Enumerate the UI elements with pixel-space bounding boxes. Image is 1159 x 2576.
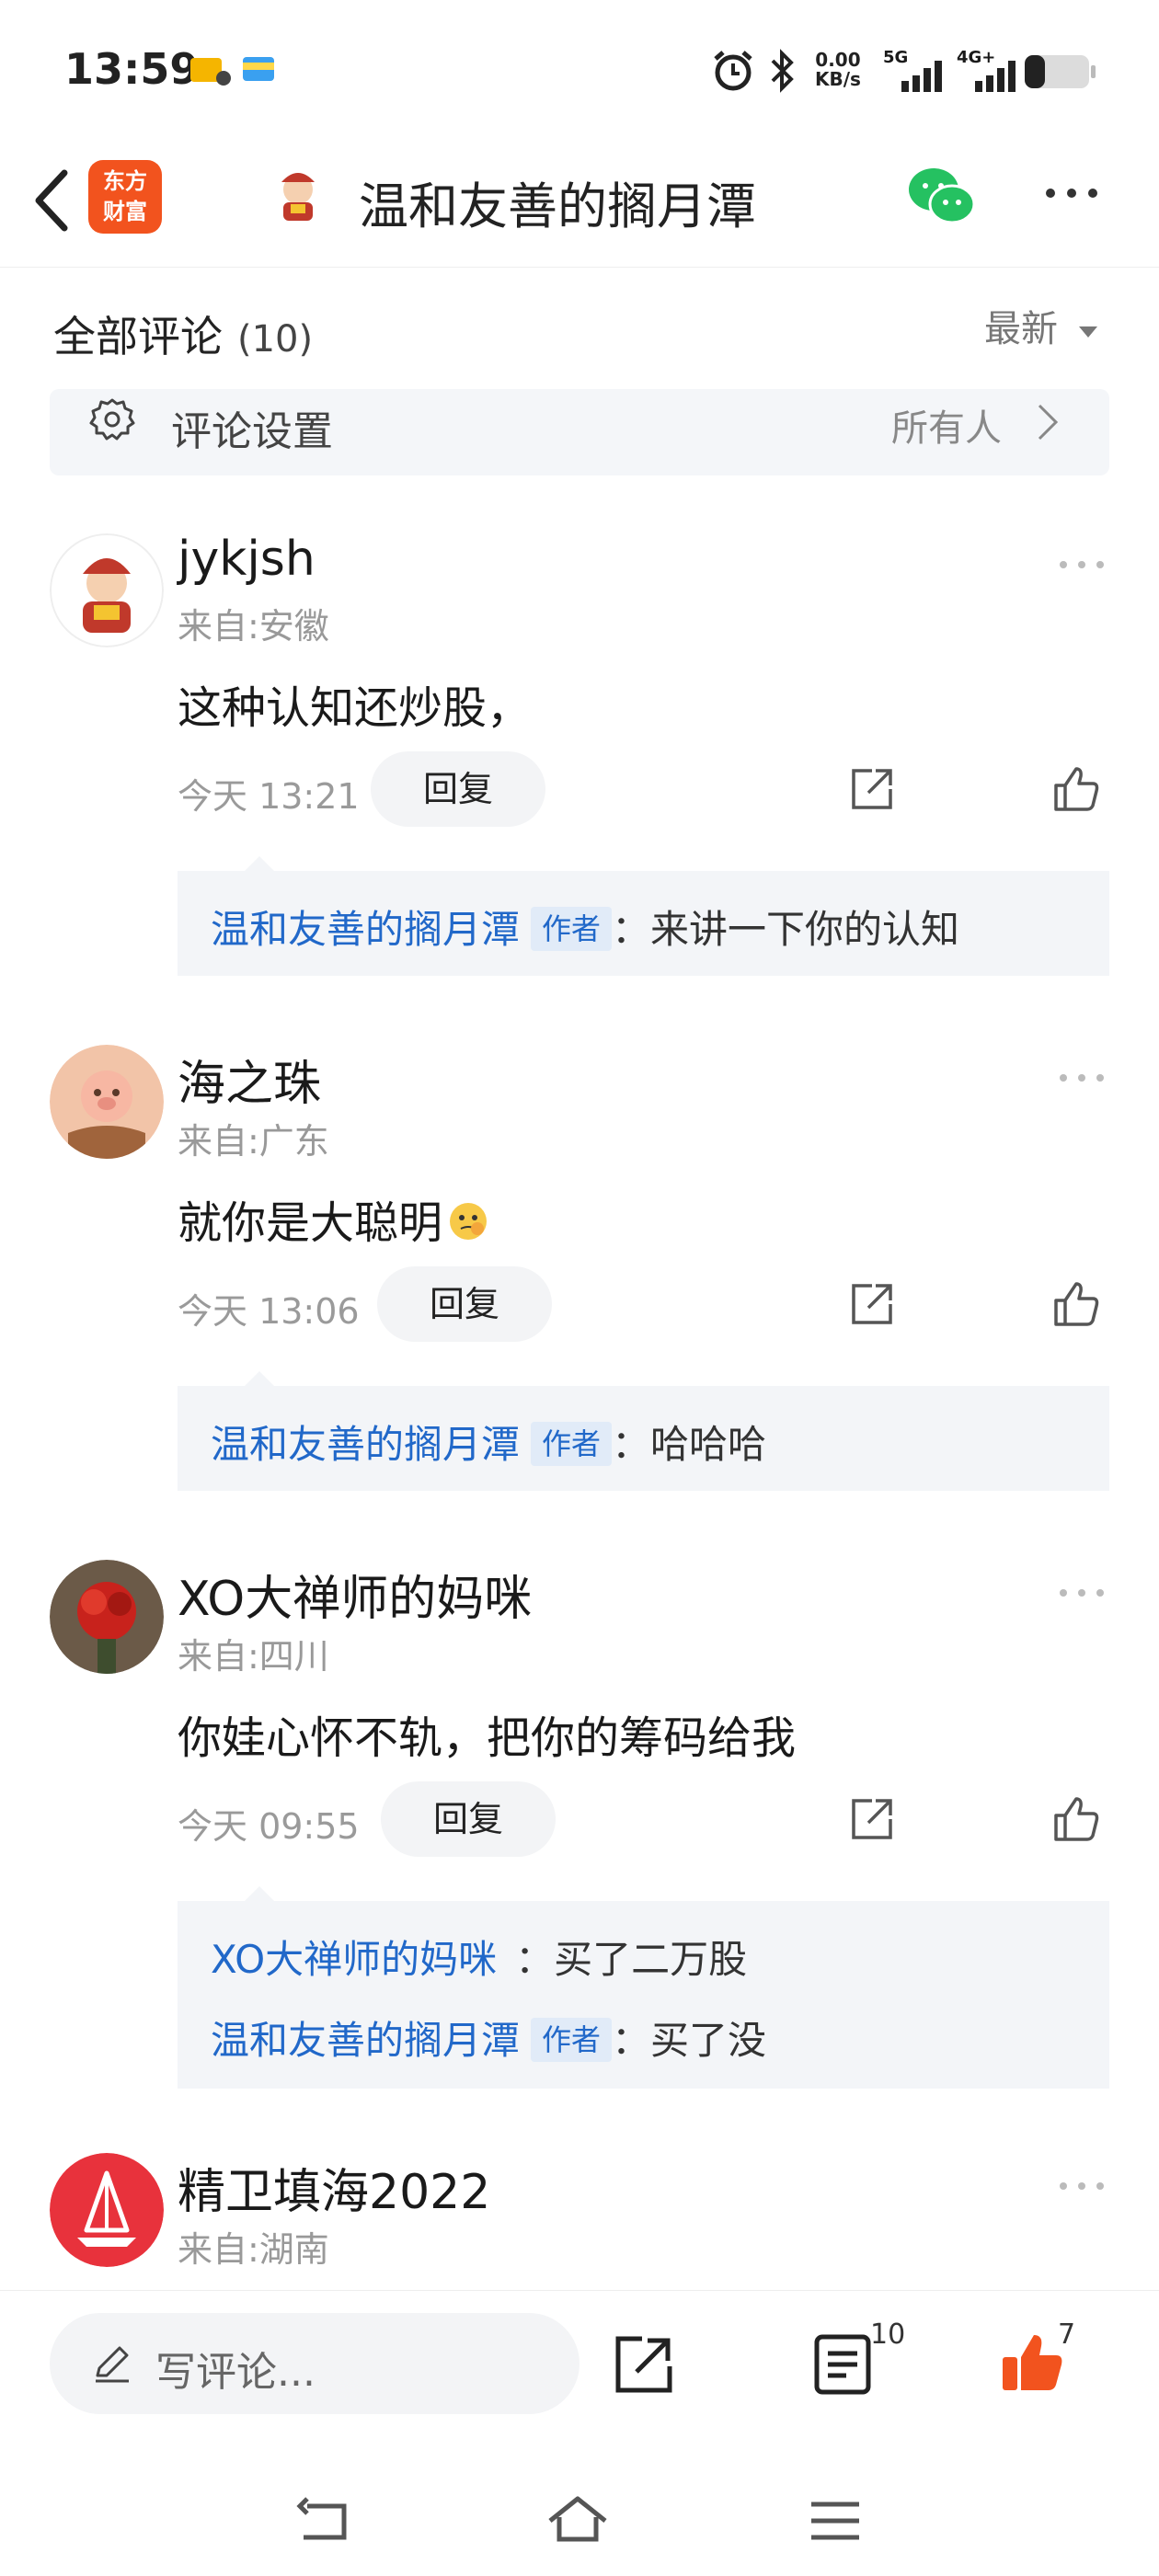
- author-tag: 作者: [531, 1422, 613, 1466]
- user-avatar[interactable]: [50, 1560, 164, 1674]
- nav-back-icon[interactable]: [289, 2493, 355, 2548]
- like-count-badge: 7: [1058, 2318, 1076, 2351]
- comment-settings-row[interactable]: 评论设置 所有人: [50, 389, 1109, 475]
- pencil-icon: [96, 2346, 129, 2383]
- nav-menu-icon[interactable]: [802, 2493, 868, 2548]
- comment-item: XO大禅师的妈咪 来自:四川 你娃心怀不轨，把你的筹码给我 今天 09:55 回…: [0, 1545, 1159, 2097]
- notification-icon: [190, 58, 231, 86]
- comment-more-icon[interactable]: [1054, 1069, 1109, 1087]
- sort-dropdown[interactable]: 最新: [984, 299, 1099, 352]
- author-tag: 作者: [531, 2018, 613, 2062]
- like-icon[interactable]: [1050, 1278, 1102, 1330]
- author-tag: 作者: [531, 907, 613, 951]
- reply-button[interactable]: 回复: [377, 1266, 552, 1342]
- app-logo: 东方 财富: [88, 160, 162, 234]
- net-speed-value: 0.00: [815, 49, 861, 71]
- reply-box: 温和友善的搁月潭 作者 ：哈哈哈: [178, 1386, 1109, 1491]
- comment-text: 这种认知还炒股，: [178, 682, 532, 734]
- like-icon[interactable]: [1050, 763, 1102, 815]
- comment-location: 来自:四川: [178, 1636, 329, 1677]
- reply-item: 温和友善的搁月潭 作者 ：买了没: [211, 2009, 766, 2066]
- reply-author[interactable]: 温和友善的搁月潭: [211, 907, 520, 952]
- comment-count-badge: 10: [870, 2318, 906, 2351]
- comment-more-icon[interactable]: [1054, 1584, 1109, 1602]
- like-filled-icon[interactable]: [999, 2330, 1065, 2396]
- comments-header: 全部评论 (10): [53, 303, 313, 364]
- share-icon[interactable]: [846, 1793, 898, 1845]
- nav-title: 温和友善的搁月潭: [359, 177, 756, 235]
- reply-text: ：买了二万股: [515, 1937, 748, 1982]
- comment-location: 来自:湖南: [178, 2229, 329, 2270]
- status-bar: 13:59 0.00 KB/s 5G 4G+: [0, 0, 1159, 138]
- app-notification-icon: [243, 57, 274, 81]
- more-icon[interactable]: [1039, 175, 1104, 212]
- author-avatar-icon: [281, 173, 315, 221]
- comment-more-icon[interactable]: [1054, 555, 1109, 574]
- bottom-bar: 写评论... 10 7: [0, 2290, 1159, 2576]
- status-time: 13:59: [64, 44, 200, 94]
- comment-more-icon[interactable]: [1054, 2177, 1109, 2195]
- reply-author[interactable]: 温和友善的搁月潭: [211, 1422, 520, 1467]
- reply-button[interactable]: 回复: [381, 1781, 556, 1857]
- signal-4g-icon: [975, 61, 1016, 92]
- comment-time: 今天 09:55: [178, 1806, 360, 1847]
- settings-label: 评论设置: [171, 408, 333, 455]
- comment-username[interactable]: 精卫填海2022: [178, 2153, 490, 2222]
- reply-item: 温和友善的搁月潭 作者 ：来讲一下你的认知: [211, 899, 959, 955]
- comment-list-icon[interactable]: [809, 2331, 876, 2398]
- comments-count: (10): [237, 318, 314, 361]
- chevron-right-icon: [1038, 404, 1059, 441]
- comment-time: 今天 13:21: [178, 776, 360, 817]
- comment-item: 海之珠 来自:广东 就你是大聪明 今天 13:06 回复 温和友善的搁月潭 作者：…: [0, 1030, 1159, 1508]
- share-icon[interactable]: [846, 1278, 898, 1330]
- back-icon[interactable]: [28, 164, 83, 237]
- user-avatar[interactable]: [50, 1045, 164, 1159]
- caret-down-icon: [1078, 326, 1097, 338]
- share-icon[interactable]: [611, 2331, 677, 2398]
- reply-item: 温和友善的搁月潭 作者 ：哈哈哈: [211, 1414, 766, 1470]
- share-icon[interactable]: [846, 763, 898, 815]
- reply-text: ：来讲一下你的认知: [612, 907, 960, 952]
- gear-icon: [89, 398, 135, 441]
- comment-location: 来自:广东: [178, 1121, 329, 1162]
- thinking-emoji-icon: [450, 1203, 488, 1240]
- settings-value: 所有人: [891, 407, 1002, 450]
- comment-username[interactable]: 海之珠: [178, 1045, 321, 1114]
- reply-text: ：买了没: [612, 2018, 767, 2063]
- bluetooth-icon: [771, 49, 794, 93]
- net-speed-unit: KB/s: [815, 68, 861, 90]
- write-comment-input[interactable]: 写评论...: [50, 2313, 580, 2414]
- nav-bar: 东方 财富 温和友善的搁月潭: [0, 138, 1159, 268]
- comment-time: 今天 13:06: [178, 1291, 360, 1332]
- reply-button[interactable]: 回复: [371, 751, 545, 827]
- nav-home-icon[interactable]: [545, 2493, 611, 2548]
- comment-location: 来自:安徽: [178, 606, 329, 647]
- wechat-icon[interactable]: [906, 164, 976, 228]
- signal-5g-icon: [901, 61, 942, 92]
- like-icon[interactable]: [1050, 1793, 1102, 1845]
- comment-item: 精卫填海2022 来自:湖南: [0, 2138, 1159, 2290]
- comment-username[interactable]: jykjsh: [178, 532, 316, 587]
- battery-icon: [1025, 55, 1096, 88]
- comments-title: 全部评论: [53, 312, 223, 361]
- comment-text: 就你是大聪明: [178, 1186, 490, 1251]
- alarm-icon: [714, 51, 752, 91]
- reply-box: 温和友善的搁月潭 作者 ：来讲一下你的认知: [178, 871, 1109, 976]
- reply-author[interactable]: XO大禅师的妈咪: [211, 1937, 497, 1982]
- reply-author[interactable]: 温和友善的搁月潭: [211, 2018, 520, 2063]
- write-comment-placeholder: 写评论...: [155, 2349, 316, 2396]
- comment-username[interactable]: XO大禅师的妈咪: [178, 1560, 532, 1629]
- reply-box: XO大禅师的妈咪 ：买了二万股 温和友善的搁月潭 作者 ：买了没: [178, 1901, 1109, 2089]
- comment-item: jykjsh 来自:安徽 这种认知还炒股， 今天 13:21 回复 温和友善的搁…: [0, 515, 1159, 993]
- user-avatar[interactable]: [50, 2153, 164, 2267]
- user-avatar[interactable]: [50, 533, 164, 647]
- reply-item: XO大禅师的妈咪 ：买了二万股: [211, 1929, 747, 1985]
- comment-text: 你娃心怀不轨，把你的筹码给我: [178, 1712, 797, 1764]
- reply-text: ：哈哈哈: [612, 1422, 767, 1467]
- sort-label: 最新: [984, 308, 1058, 350]
